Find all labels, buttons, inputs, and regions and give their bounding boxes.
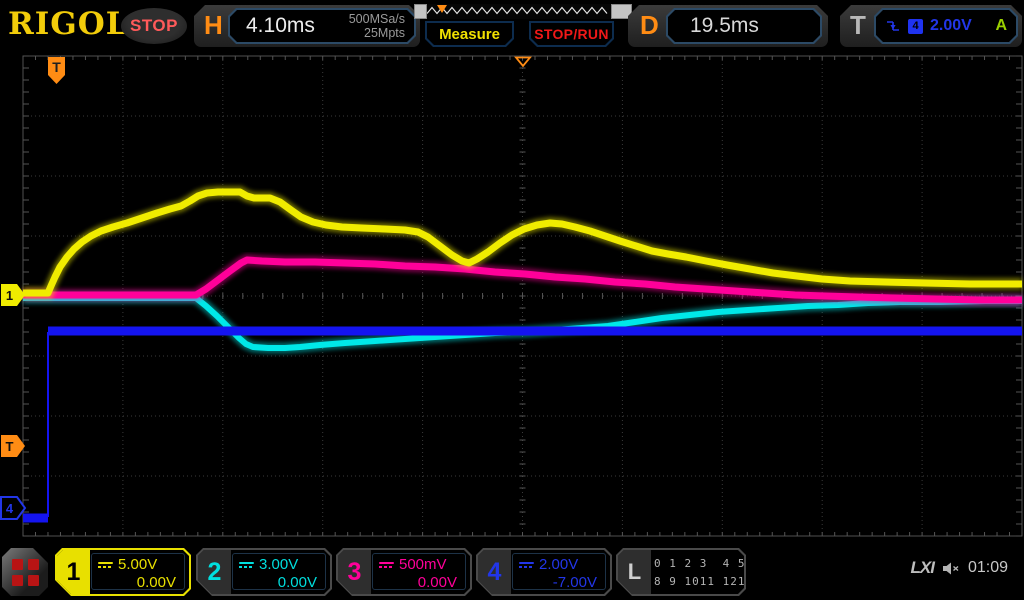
delay-box[interactable]: 19.5ms [666, 8, 822, 44]
oscilloscope-screen: { "header": { "logo": "RIGOL", "run_stat… [0, 0, 1024, 600]
trigger-position-flag[interactable]: T [48, 57, 65, 84]
channel-3-scale: 500mV [399, 556, 447, 573]
top-status-bar: RIGOL STOP H 4.10ms 500MSa/s 25Mpts Meas… [0, 0, 1024, 50]
stop-run-button[interactable]: STOP/RUN [529, 21, 614, 47]
channel-1-block[interactable]: 1 5.00V 0.00V [55, 548, 191, 596]
svg-text:1: 1 [6, 288, 13, 303]
trigger-group[interactable]: T 4 2.00V A [840, 5, 1022, 47]
svg-text:4: 4 [6, 501, 14, 516]
channel-1-offset: 0.00V [92, 574, 184, 591]
sample-rate: 500MSa/s [349, 12, 405, 26]
left-marker-4[interactable]: 4 [1, 497, 25, 519]
sound-muted-icon [942, 561, 960, 576]
timebase-box[interactable]: 4.10ms 500MSa/s 25Mpts [228, 8, 416, 44]
channel-4-number: 4 [478, 550, 511, 594]
trigger-edge-icon [885, 18, 901, 34]
channel-4-scale: 2.00V [539, 556, 578, 573]
trigger-box[interactable]: 4 2.00V A [874, 8, 1018, 44]
channel-2-number: 2 [198, 550, 231, 594]
horizontal-position-bar[interactable] [414, 4, 632, 19]
delay-value: 19.5ms [668, 14, 759, 38]
channel-4-block[interactable]: 4 2.00V -7.00V [476, 548, 612, 596]
plot-markers: T 1 T 4 [1, 57, 530, 519]
svg-text:T: T [6, 439, 14, 454]
memory-depth: 25Mpts [364, 26, 405, 40]
trigger-label: T [850, 10, 866, 41]
waveform-display: T 1 T 4 [0, 0, 1024, 600]
dc-coupling-icon [379, 562, 394, 568]
menu-button[interactable] [2, 548, 48, 596]
channel-1-number: 1 [57, 550, 90, 594]
menu-grid-icon [12, 559, 39, 586]
rigol-logo: RIGOL [8, 6, 129, 42]
logic-channels-block[interactable]: L 0 1 2 3 4 5 6 7 8 9 1011 12131415 [616, 548, 746, 596]
logic-channel-list: 0 1 2 3 4 5 6 7 8 9 1011 12131415 [654, 555, 740, 590]
bottom-status-bar: 1 5.00V 0.00V 2 3.00V 0.00V 3 500mV [0, 543, 1024, 600]
run-state-badge[interactable]: STOP [121, 8, 187, 44]
trigger-level-value: 2.00V [930, 17, 972, 35]
dc-coupling-icon [98, 562, 113, 568]
status-right-cluster: LXI 01:09 [911, 558, 1009, 578]
preview-zigzag [427, 4, 611, 17]
left-marker-t[interactable]: T [1, 435, 25, 457]
delay-group[interactable]: D 19.5ms [628, 5, 828, 47]
preview-left-cap[interactable] [414, 4, 427, 19]
delay-label: D [640, 10, 659, 41]
channel-2-scale: 3.00V [259, 556, 298, 573]
horizontal-group[interactable]: H 4.10ms 500MSa/s 25Mpts [194, 5, 420, 47]
lxi-indicator: LXI [911, 558, 934, 578]
horizontal-label: H [204, 10, 223, 41]
channel-2-block[interactable]: 2 3.00V 0.00V [196, 548, 332, 596]
svg-text:T: T [52, 59, 61, 75]
timebase-value: 4.10ms [230, 14, 315, 38]
channel-1-scale: 5.00V [118, 556, 157, 573]
channel-3-offset: 0.00V [373, 574, 465, 591]
channel-3-block[interactable]: 3 500mV 0.00V [336, 548, 472, 596]
trigger-source-badge: 4 [908, 19, 923, 34]
dc-coupling-icon [519, 562, 534, 568]
clock: 01:09 [968, 559, 1008, 577]
trigger-mode: A [995, 17, 1007, 35]
measure-button[interactable]: Measure [425, 21, 514, 47]
channel-3-number: 3 [338, 550, 371, 594]
logic-label: L [618, 550, 651, 594]
left-marker-1[interactable]: 1 [1, 284, 25, 306]
channel-4-offset: -7.00V [513, 574, 605, 591]
acquisition-info: 500MSa/s 25Mpts [349, 12, 414, 41]
preview-waveform-strip [427, 4, 611, 19]
dc-coupling-icon [239, 562, 254, 568]
channel-2-offset: 0.00V [233, 574, 325, 591]
